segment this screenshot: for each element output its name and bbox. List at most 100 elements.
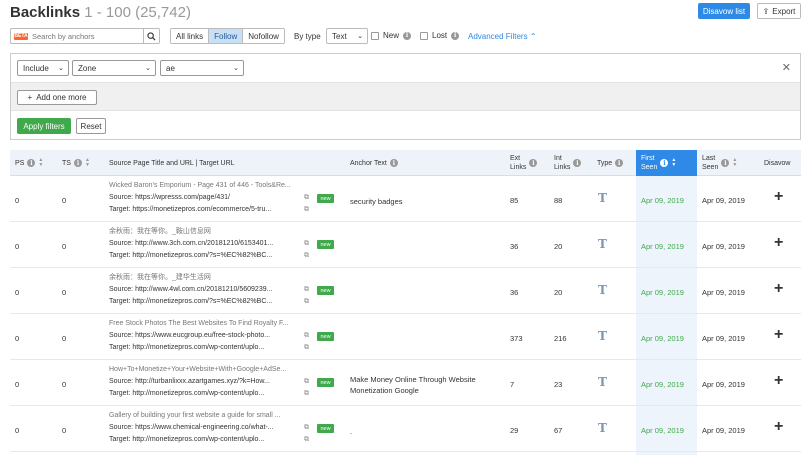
- type-select[interactable]: Text ⌄: [326, 28, 368, 44]
- external-link-icon[interactable]: ⧉: [304, 192, 309, 204]
- text-type-icon: T: [598, 329, 607, 343]
- target-url-line[interactable]: Target: http://monetizepros.com/wp-conte…: [109, 388, 309, 400]
- apply-filters-button[interactable]: Apply filters: [17, 118, 71, 134]
- source-url-line[interactable]: Source: https://wpresss.com/page/431/⧉: [109, 192, 309, 204]
- source-url-line[interactable]: Source: https://www.chemical-engineering…: [109, 422, 309, 434]
- last-seen-value: Apr 09, 2019: [702, 334, 745, 343]
- plus-icon: +: [27, 93, 33, 102]
- source-url-line[interactable]: Source: http://www.3ch.com.cn/20181210/6…: [109, 238, 309, 250]
- external-link-icon[interactable]: ⧉: [304, 284, 309, 296]
- by-type-label: By type: [294, 32, 321, 41]
- lost-checkbox[interactable]: Lost i: [420, 31, 460, 40]
- col-type-label: Type: [597, 159, 613, 167]
- source-target-cell: Wicked Baron's Emporium - Page 431 of 44…: [109, 180, 309, 216]
- target-url-line[interactable]: Target: https://monetizepros.com/ecommer…: [109, 204, 309, 216]
- external-link-icon[interactable]: ⧉: [304, 204, 309, 216]
- first-seen-value: Apr 09, 2019: [641, 380, 684, 389]
- target-url-line[interactable]: Target: http://monetizepros.com/?s=%EC%8…: [109, 250, 309, 262]
- col-last-seen[interactable]: Last Seen i ▲ ▼: [702, 150, 737, 176]
- disavow-plus-icon[interactable]: +: [774, 326, 783, 344]
- target-url-line[interactable]: Target: http://monetizepros.com/wp-conte…: [109, 342, 309, 354]
- chevron-down-icon: ⌄: [58, 65, 64, 72]
- chevron-down-icon: ⌄: [233, 65, 239, 72]
- chevron-down-icon: ⌄: [357, 33, 363, 40]
- export-button[interactable]: ⇪ Export: [757, 3, 801, 19]
- toolbar: BETA Search by anchors All links Follow …: [10, 28, 800, 45]
- advanced-filters-link[interactable]: Advanced Filters ⌃: [468, 32, 537, 41]
- sort-icon: ▲ ▼: [732, 157, 738, 168]
- target-url[interactable]: Target: https://monetizepros.com/ecommer…: [109, 204, 309, 216]
- external-link-icon[interactable]: ⧉: [304, 422, 309, 434]
- target-url[interactable]: Target: http://monetizepros.com/wp-conte…: [109, 388, 309, 400]
- target-url[interactable]: Target: http://monetizepros.com/?s=%EC%8…: [109, 250, 309, 262]
- col-first-seen[interactable]: First Seen i ▲ ▼: [636, 150, 697, 176]
- ext-links-value: 36: [510, 242, 519, 251]
- ts-value: 0: [62, 196, 67, 205]
- source-title: 余秋雨：我在等你。_鞍山信息网: [109, 228, 211, 235]
- col-ps[interactable]: PS i ▲ ▼: [15, 150, 43, 176]
- ps-value: 0: [15, 334, 20, 343]
- zone-value-select[interactable]: ae ⌄: [160, 60, 244, 76]
- reset-button[interactable]: Reset: [76, 118, 106, 134]
- ts-value: 0: [62, 288, 67, 297]
- disavow-plus-icon[interactable]: +: [774, 188, 783, 206]
- new-checkbox[interactable]: New i: [371, 31, 412, 40]
- col-ext-label: Ext Links: [510, 154, 526, 172]
- add-one-more-button[interactable]: + Add one more: [17, 90, 97, 105]
- disavow-plus-icon[interactable]: +: [774, 418, 783, 436]
- advanced-filters-label: Advanced Filters: [468, 32, 528, 41]
- segment-follow[interactable]: Follow: [209, 29, 244, 43]
- source-title: Free Stock Photos The Best Websites To F…: [109, 320, 289, 327]
- external-link-icon[interactable]: ⧉: [304, 388, 309, 400]
- disavow-plus-icon[interactable]: +: [774, 280, 783, 298]
- info-icon: i: [27, 159, 36, 167]
- external-link-icon[interactable]: ⧉: [304, 238, 309, 250]
- segment-nofollow[interactable]: Nofollow: [243, 29, 284, 43]
- target-url[interactable]: Target: http://monetizepros.com/wp-conte…: [109, 342, 309, 354]
- search-anchors-input[interactable]: BETA Search by anchors: [10, 28, 160, 44]
- target-url-line[interactable]: Target: http://monetizepros.com/?s=%EC%8…: [109, 296, 309, 308]
- target-url[interactable]: Target: http://monetizepros.com/?s=%EC%8…: [109, 296, 309, 308]
- zone-select[interactable]: Zone ⌄: [72, 60, 156, 76]
- export-icon: ⇪: [762, 6, 770, 16]
- external-link-icon[interactable]: ⧉: [304, 342, 309, 354]
- checkbox-box[interactable]: [420, 31, 428, 40]
- source-url[interactable]: Source: https://www.chemical-engineering…: [109, 422, 309, 434]
- col-int-line1: Int: [554, 155, 562, 162]
- source-url[interactable]: Source: http://turbanlixxx.azartgames.xy…: [109, 376, 309, 388]
- source-url[interactable]: Source: https://wpresss.com/page/431/: [109, 192, 309, 204]
- chevron-up-icon: ⌃: [529, 32, 537, 41]
- external-link-icon[interactable]: ⧉: [304, 250, 309, 262]
- source-url-line[interactable]: Source: http://www.4wl.com.cn/20181210/5…: [109, 284, 309, 296]
- ts-value: 0: [62, 426, 67, 435]
- col-int-links[interactable]: Int Links i: [554, 150, 582, 176]
- col-ts[interactable]: TS i ▲ ▼: [62, 150, 90, 176]
- include-select[interactable]: Include ⌄: [17, 60, 69, 76]
- col-ext-links[interactable]: Ext Links i: [510, 150, 538, 176]
- external-link-icon[interactable]: ⧉: [304, 434, 309, 446]
- export-label: Export: [772, 6, 796, 16]
- source-url-line[interactable]: Source: http://turbanlixxx.azartgames.xy…: [109, 376, 309, 388]
- disavow-plus-icon[interactable]: +: [774, 372, 783, 390]
- segment-all-links[interactable]: All links: [171, 29, 210, 43]
- close-icon[interactable]: ✕: [782, 61, 791, 74]
- int-links-value: 23: [554, 380, 563, 389]
- checkbox-box[interactable]: [371, 31, 379, 40]
- anchor-text: security badges: [350, 196, 403, 207]
- disavow-list-button[interactable]: Disavow list: [698, 3, 750, 19]
- col-first-line1: First: [641, 155, 655, 162]
- source-url-line[interactable]: Source: https://www.eucgroup.eu/free-sto…: [109, 330, 309, 342]
- source-url[interactable]: Source: http://www.4wl.com.cn/20181210/5…: [109, 284, 309, 296]
- external-link-icon[interactable]: ⧉: [304, 376, 309, 388]
- ts-value: 0: [62, 334, 67, 343]
- disavow-plus-icon[interactable]: +: [774, 234, 783, 252]
- external-link-icon[interactable]: ⧉: [304, 296, 309, 308]
- target-url-line[interactable]: Target: http://monetizepros.com/wp-conte…: [109, 434, 309, 446]
- target-url[interactable]: Target: http://monetizepros.com/wp-conte…: [109, 434, 309, 446]
- source-url[interactable]: Source: http://www.3ch.com.cn/20181210/6…: [109, 238, 309, 250]
- ext-links-value: 373: [510, 334, 523, 343]
- source-url[interactable]: Source: https://www.eucgroup.eu/free-sto…: [109, 330, 309, 342]
- text-type-icon: T: [598, 237, 607, 251]
- external-link-icon[interactable]: ⧉: [304, 330, 309, 342]
- search-button[interactable]: [143, 29, 159, 43]
